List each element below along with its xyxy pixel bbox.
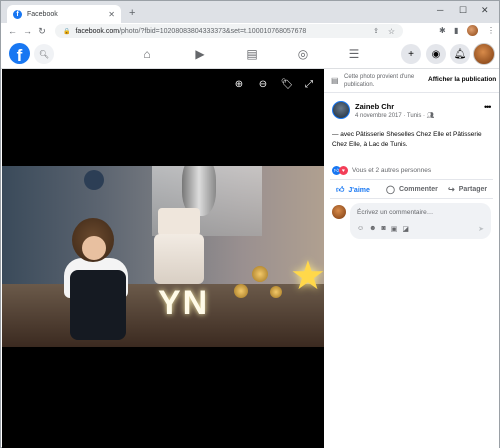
love-reaction-icon: ♥ (339, 166, 348, 175)
forward-icon[interactable]: → (23, 26, 32, 36)
search-icon[interactable]: 🔍︎ (34, 44, 54, 64)
post-caption: — avec Pâtisserie Sheselles Chez Elle et… (332, 130, 492, 150)
commenter-avatar[interactable] (332, 205, 346, 219)
photo-light-letters: YN (158, 284, 210, 322)
caption-prefix: — avec (332, 131, 356, 138)
post-meta: 4 novembre 2017 · Tunis · 👥︎ (355, 112, 434, 119)
tagged-page-1[interactable]: Pâtisserie Sheselles Chez Elle (356, 131, 444, 138)
zoom-out-icon[interactable]: ⊖ (256, 79, 270, 90)
caption-and: et (444, 131, 454, 138)
avatar-sticker-icon[interactable]: ☺ (357, 225, 364, 233)
tab-close-icon[interactable]: ✕ (108, 10, 115, 19)
photo-cake (154, 234, 204, 284)
camera-icon[interactable]: ◙ (382, 225, 386, 233)
comment-icon: ◯ (386, 185, 395, 194)
star-icon[interactable]: ☆ (388, 27, 395, 36)
author-avatar[interactable] (332, 101, 350, 119)
comment-tools: ☺ ☻ ◙ ▣ ◪ (357, 225, 409, 233)
browser-toolbar: ← → ↻ 🔒 facebook.com/photo/?fbid=1020808… (1, 23, 499, 39)
url-path: /photo/?fbid=10208083804333373&set=t.100… (119, 27, 307, 35)
tab-strip: f Facebook ✕ + ─ ☐ ✕ (1, 1, 499, 23)
comment-input[interactable]: Écrivez un commentaire… ☺ ☻ ◙ ▣ ◪ ➤ (350, 203, 491, 239)
tag-icon[interactable]: 🏷︎ (280, 79, 294, 90)
emoji-icon[interactable]: ☻ (369, 225, 376, 233)
sidepanel-icon[interactable]: ▮ (454, 26, 458, 35)
photo-balloon (84, 170, 104, 190)
close-icon[interactable]: ✕ (481, 5, 489, 16)
caption-end: . (405, 141, 408, 148)
like-label: J'aime (348, 186, 370, 194)
comment-placeholder: Écrivez un commentaire… (357, 209, 434, 216)
post-photo[interactable]: YN ★ (2, 166, 324, 347)
photo-source-notice: ▤ Cette photo provient d'une publication… (324, 69, 499, 93)
tab-title: Facebook (27, 10, 58, 18)
new-tab-button[interactable]: + (129, 7, 135, 19)
marketplace-icon[interactable]: ▤ (242, 46, 262, 62)
share-icon[interactable]: ⇪ (373, 27, 379, 35)
profile-icon[interactable] (467, 25, 478, 36)
groups-icon[interactable]: ◎ (293, 46, 313, 62)
photo-child (60, 218, 140, 340)
caption-at: , à (359, 141, 369, 148)
share-arrow-icon: ↪ (448, 185, 455, 194)
post-actions: 👍︎ J'aime ◯ Commenter ↪ Partager (330, 179, 493, 199)
like-button[interactable]: 👍︎ J'aime (336, 185, 370, 195)
facebook-favicon-icon: f (13, 9, 22, 19)
photo-star-lamp: ★ (290, 254, 324, 298)
facebook-logo-icon[interactable]: f (9, 43, 30, 64)
post-date[interactable]: 4 novembre 2017 · Tunis · (355, 113, 427, 119)
photo-gold-treat (270, 286, 282, 298)
browser-tab[interactable]: f Facebook ✕ (7, 5, 121, 23)
photo-viewer: ⊕ ⊖ 🏷︎ ⤢ YN ★ (2, 69, 324, 448)
reload-icon[interactable]: ↻ (38, 26, 46, 37)
home-icon[interactable]: ⌂ (137, 46, 157, 62)
photo-cake-top (158, 208, 200, 236)
more-options-icon[interactable]: ••• (484, 102, 492, 112)
comment-button[interactable]: ◯ Commenter (386, 185, 438, 194)
watch-icon[interactable]: ▶ (190, 46, 210, 62)
reactions-summary[interactable]: 👍︎ ♥ Vous et 2 autres personnes (332, 166, 431, 175)
share-label: Partager (458, 186, 488, 193)
sticker-icon[interactable]: ◪ (402, 225, 409, 233)
share-button[interactable]: ↪ Partager (448, 185, 487, 194)
reactions-text: Vous et 2 autres personnes (352, 167, 432, 174)
browser-window: f Facebook ✕ + ─ ☐ ✕ ← → ↻ 🔒 facebook.co… (0, 0, 500, 448)
notifications-icon[interactable]: 🔔︎ (450, 44, 470, 64)
extensions-icon[interactable]: ✱ (439, 26, 446, 35)
minimize-icon[interactable]: ─ (437, 5, 443, 15)
view-post-button[interactable]: Afficher la publication (428, 76, 496, 83)
friends-privacy-icon: 👥︎ (426, 113, 435, 119)
messenger-icon[interactable]: ◉ (426, 44, 446, 64)
zoom-in-icon[interactable]: ⊕ (232, 79, 246, 90)
back-icon[interactable]: ← (8, 26, 17, 36)
account-avatar[interactable] (473, 43, 495, 65)
send-icon[interactable]: ➤ (478, 225, 484, 233)
notice-text: Cette photo provient d'une publication. (344, 74, 415, 88)
address-bar[interactable]: 🔒 facebook.com/photo/?fbid=1020808380433… (55, 24, 403, 38)
photo-child-face (82, 236, 106, 260)
url-domain: facebook.com (75, 27, 120, 35)
post-icon: ▤ (331, 76, 339, 85)
photo-child-overalls (70, 270, 126, 340)
fullscreen-icon[interactable]: ⤢ (302, 79, 316, 90)
gif-icon[interactable]: ▣ (391, 225, 398, 233)
photo-gold-treat (234, 284, 248, 298)
create-icon[interactable]: + (401, 44, 421, 64)
thumbs-up-icon: 👍︎ (336, 185, 345, 194)
menu-icon[interactable]: ⋮ (487, 26, 495, 35)
tagged-place[interactable]: Lac de Tunis (369, 141, 406, 148)
facebook-header: f 🔍︎ ⌂ ▶ ▤ ◎ ☰ + ◉ 🔔︎ (1, 39, 499, 69)
post-details-panel: ▤ Cette photo provient d'une publication… (324, 69, 499, 448)
author-name[interactable]: Zaineb Chr (355, 102, 394, 111)
comment-label: Commenter (398, 186, 438, 193)
photo-gold-treat (252, 266, 268, 282)
menu-icon[interactable]: ☰ (344, 46, 364, 62)
lock-icon[interactable]: 🔒 (63, 28, 70, 35)
maximize-icon[interactable]: ☐ (459, 5, 467, 16)
